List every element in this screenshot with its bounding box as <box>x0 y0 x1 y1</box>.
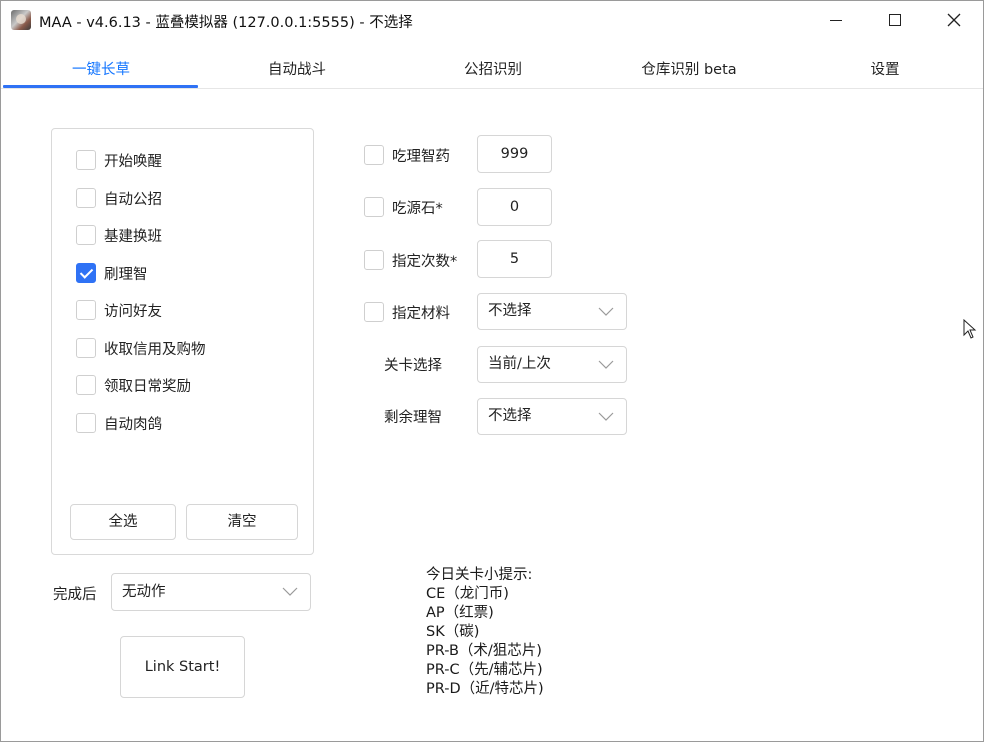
tip-line: PR-D（近/特芯片) <box>426 681 544 697</box>
maximize-icon <box>889 14 901 26</box>
material-value: 不选择 <box>488 303 532 319</box>
task-label: 自动肉鸽 <box>104 416 162 433</box>
minimize-button[interactable] <box>807 1 865 39</box>
remaining-sanity-value: 不选择 <box>488 408 532 424</box>
stage-label: 关卡选择 <box>384 358 442 374</box>
after-finish-value: 无动作 <box>122 584 166 600</box>
checkbox[interactable] <box>76 150 96 170</box>
use-medicine-option[interactable]: 吃理智药 <box>364 144 450 166</box>
material-label: 指定材料 <box>392 305 450 322</box>
stage-tips: 今日关卡小提示: CE（龙门币) AP（红票) SK（碳) PR-B（术/狙芯片… <box>426 566 544 699</box>
checkbox[interactable] <box>76 300 96 320</box>
stage-select[interactable]: 当前/上次 <box>477 346 627 383</box>
app-icon <box>11 10 31 30</box>
close-button[interactable] <box>925 1 983 39</box>
task-recruit[interactable]: 自动公招 <box>76 187 162 209</box>
checkbox[interactable] <box>76 338 96 358</box>
use-stone-label: 吃源石* <box>392 200 443 217</box>
medicine-count-input[interactable]: 999 <box>477 135 552 173</box>
task-start-up[interactable]: 开始唤醒 <box>76 149 162 171</box>
times-label: 指定次数* <box>392 253 458 270</box>
checkbox[interactable] <box>76 225 96 245</box>
task-visit-friends[interactable]: 访问好友 <box>76 299 162 321</box>
minimize-icon <box>830 19 842 21</box>
checkbox[interactable] <box>76 413 96 433</box>
remaining-sanity-label: 剩余理智 <box>384 410 442 426</box>
clear-button[interactable]: 清空 <box>186 504 298 540</box>
checkmark-icon[interactable] <box>76 263 96 283</box>
tab-recruit[interactable]: 公招识别 <box>395 51 591 89</box>
times-option[interactable]: 指定次数* <box>364 249 457 271</box>
task-label: 访问好友 <box>104 303 162 320</box>
tip-line: AP（红票) <box>426 605 494 621</box>
task-infrast[interactable]: 基建换班 <box>76 224 162 246</box>
stage-value: 当前/上次 <box>488 356 551 372</box>
window-title: MAA - v4.6.13 - 蓝叠模拟器 (127.0.0.1:5555) -… <box>39 15 413 31</box>
task-label: 刷理智 <box>104 266 148 283</box>
task-label: 开始唤醒 <box>104 153 162 170</box>
tip-line: PR-C（先/辅芯片) <box>426 662 543 678</box>
checkbox[interactable] <box>364 250 384 270</box>
title-bar[interactable]: MAA - v4.6.13 - 蓝叠模拟器 (127.0.0.1:5555) -… <box>1 1 983 39</box>
close-icon <box>947 13 961 27</box>
checkbox[interactable] <box>76 375 96 395</box>
checkbox[interactable] <box>364 197 384 217</box>
use-stone-option[interactable]: 吃源石* <box>364 196 443 218</box>
tab-depot[interactable]: 仓库识别 beta <box>591 51 787 89</box>
task-label: 领取日常奖励 <box>104 378 191 395</box>
task-label: 基建换班 <box>104 228 162 245</box>
task-label: 收取信用及购物 <box>104 341 206 358</box>
after-finish-select[interactable]: 无动作 <box>111 573 311 611</box>
material-option[interactable]: 指定材料 <box>364 301 450 323</box>
task-list-panel: 开始唤醒 自动公招 基建换班 刷理智 访问好友 收取信用及购物 领取日常奖励 自… <box>51 128 314 555</box>
active-tab-indicator <box>3 85 198 88</box>
tip-line: PR-B（术/狙芯片) <box>426 643 542 659</box>
mouse-pointer-icon <box>963 319 977 339</box>
times-count-input[interactable]: 5 <box>477 240 552 278</box>
task-label: 自动公招 <box>104 191 162 208</box>
tab-settings[interactable]: 设置 <box>787 51 983 89</box>
maximize-button[interactable] <box>866 1 924 39</box>
select-all-button[interactable]: 全选 <box>70 504 176 540</box>
chevron-down-icon <box>282 587 298 596</box>
material-select[interactable]: 不选择 <box>477 293 627 330</box>
link-start-button[interactable]: Link Start! <box>120 636 245 698</box>
checkbox[interactable] <box>364 145 384 165</box>
task-award[interactable]: 领取日常奖励 <box>76 374 191 396</box>
tab-auto-battle[interactable]: 自动战斗 <box>199 51 395 89</box>
tab-farming[interactable]: 一键长草 <box>3 51 199 89</box>
task-fight[interactable]: 刷理智 <box>76 262 148 284</box>
remaining-sanity-select[interactable]: 不选择 <box>477 398 627 435</box>
tip-line: CE（龙门币) <box>426 586 509 602</box>
tip-line: SK（碳) <box>426 624 480 640</box>
checkbox[interactable] <box>364 302 384 322</box>
after-finish-label: 完成后 <box>53 587 97 603</box>
task-roguelike[interactable]: 自动肉鸽 <box>76 412 162 434</box>
chevron-down-icon <box>598 412 614 421</box>
tips-heading: 今日关卡小提示: <box>426 567 533 583</box>
task-mall[interactable]: 收取信用及购物 <box>76 337 206 359</box>
checkbox[interactable] <box>76 188 96 208</box>
tab-bar: 一键长草 自动战斗 公招识别 仓库识别 beta 设置 <box>1 51 983 89</box>
stone-count-input[interactable]: 0 <box>477 188 552 226</box>
use-medicine-label: 吃理智药 <box>392 148 450 165</box>
maa-window: MAA - v4.6.13 - 蓝叠模拟器 (127.0.0.1:5555) -… <box>0 0 984 742</box>
chevron-down-icon <box>598 360 614 369</box>
chevron-down-icon <box>598 307 614 316</box>
